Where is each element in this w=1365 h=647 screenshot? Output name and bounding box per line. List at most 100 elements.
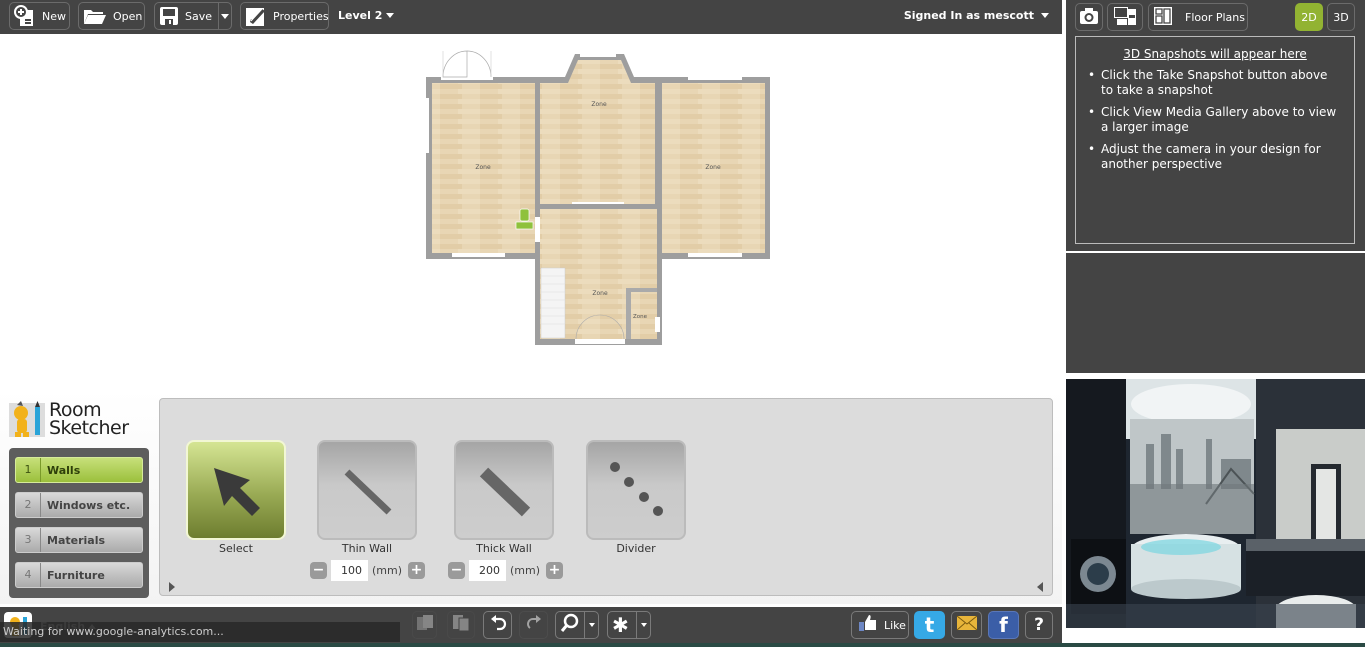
- snapshot-tip: Click View Media Gallery above to view a…: [1088, 105, 1342, 135]
- properties-label: Properties: [273, 9, 329, 23]
- new-label: New: [42, 9, 66, 23]
- facebook-share-button[interactable]: f: [988, 611, 1019, 639]
- save-label: Save: [185, 9, 213, 23]
- copy-button[interactable]: [412, 611, 437, 639]
- workflow-steps: 1 Walls 2 Windows etc. 3 Materials 4 Fur…: [9, 448, 149, 598]
- logo-text: Room Sketcher: [49, 401, 129, 438]
- thick-wall-tool-button[interactable]: [454, 440, 554, 540]
- increase-thickness-button[interactable]: +: [408, 562, 426, 579]
- wall-tools-panel: Select Thin Wall − (mm) + Thick Wall − (…: [159, 398, 1053, 596]
- roomsketcher-app: Zone Zone Zone Zone Zone New Open Save P…: [0, 0, 1365, 647]
- step-number: 1: [16, 458, 41, 482]
- camera-icon: [1079, 7, 1099, 28]
- thick-wall-thickness-stepper: − (mm) +: [448, 560, 564, 581]
- save-button[interactable]: Save: [154, 2, 232, 30]
- zoom-button[interactable]: [555, 611, 599, 639]
- properties-button[interactable]: Properties: [240, 2, 329, 30]
- select-tool-button[interactable]: [186, 440, 286, 540]
- open-button[interactable]: Open: [78, 2, 145, 30]
- right-panel: Floor Plans 2D 3D 3D Snapshots will appe…: [1066, 0, 1365, 647]
- help-button[interactable]: ?: [1025, 611, 1053, 639]
- chevron-down-icon: [588, 623, 595, 627]
- facebook-like-button[interactable]: Like: [851, 611, 909, 639]
- chevron-down-icon[interactable]: [386, 13, 394, 18]
- chevron-down-icon: [640, 623, 647, 627]
- select-tool-label: Select: [219, 542, 253, 555]
- zone-label: Zone: [475, 164, 491, 171]
- floppy-disk-icon: [159, 5, 179, 27]
- step-label: Materials: [47, 533, 106, 547]
- thin-wall-tool-label: Thin Wall: [341, 542, 393, 555]
- floor-plan[interactable]: Zone Zone Zone Zone Zone: [0, 34, 1062, 394]
- gear-icon: ✱: [612, 613, 629, 637]
- help-icon: ?: [1034, 615, 1044, 635]
- media-gallery-icon: [1113, 6, 1137, 29]
- step-walls[interactable]: 1 Walls: [15, 457, 143, 483]
- media-gallery-button[interactable]: [1107, 3, 1143, 31]
- room-top-center[interactable]: Zone: [535, 54, 660, 209]
- snapshots-info-box: 3D Snapshots will appear here Click the …: [1075, 36, 1355, 244]
- open-label: Open: [113, 9, 143, 23]
- paste-button[interactable]: [447, 611, 475, 639]
- expand-panel-arrow-icon[interactable]: [169, 582, 175, 592]
- divider: [1066, 251, 1365, 253]
- roomsketcher-logo[interactable]: Room Sketcher: [9, 399, 129, 441]
- step-materials[interactable]: 3 Materials: [15, 527, 143, 553]
- thick-wall-icon: [479, 467, 531, 517]
- zone-label: Zone: [633, 314, 648, 320]
- undo-button[interactable]: [483, 611, 512, 639]
- like-label: Like: [884, 618, 906, 632]
- thin-wall-tool-button[interactable]: [317, 440, 417, 540]
- bathroom-ad-image[interactable]: [1066, 379, 1365, 628]
- room-right[interactable]: Zone: [656, 77, 770, 259]
- edit-properties-icon: [245, 5, 267, 27]
- unit-label: (mm): [372, 564, 403, 577]
- email-share-button[interactable]: [951, 611, 982, 639]
- divider-tool-label: Divider: [616, 542, 656, 555]
- step-furniture[interactable]: 4 Furniture: [15, 562, 143, 588]
- chevron-down-icon: [221, 13, 229, 19]
- signed-in-menu[interactable]: Signed In as mescott: [904, 9, 1034, 22]
- os-taskbar: [0, 643, 1365, 647]
- snapshots-title[interactable]: 3D Snapshots will appear here: [1088, 47, 1342, 61]
- new-document-icon: [14, 5, 36, 27]
- snapshot-tip: Click the Take Snapshot button above to …: [1088, 68, 1342, 98]
- facebook-icon: f: [999, 613, 1008, 637]
- room-left[interactable]: Zone: [426, 50, 540, 259]
- thick-wall-thickness-input[interactable]: [469, 560, 506, 581]
- floor-plans-button[interactable]: Floor Plans: [1148, 3, 1248, 31]
- twitter-icon: t: [924, 613, 935, 637]
- step-windows[interactable]: 2 Windows etc.: [15, 492, 143, 518]
- thick-wall-tool-label: Thick Wall: [476, 542, 532, 555]
- cursor-arrow-icon: [214, 468, 260, 516]
- paste-icon: [452, 614, 470, 636]
- divider-tool-button[interactable]: [586, 440, 686, 540]
- step-label: Furniture: [47, 568, 105, 582]
- zoom-dropdown-button[interactable]: [584, 612, 598, 638]
- unit-label: (mm): [510, 564, 541, 577]
- level-selector[interactable]: Level 2: [338, 9, 382, 22]
- thin-wall-thickness-input[interactable]: [331, 560, 368, 581]
- decrease-thickness-button[interactable]: −: [310, 562, 327, 579]
- logo-mascot-icon: [9, 401, 45, 437]
- new-button[interactable]: New: [9, 2, 70, 30]
- step-number: 4: [16, 563, 41, 587]
- twitter-share-button[interactable]: t: [914, 611, 945, 639]
- step-label: Walls: [47, 463, 81, 477]
- chevron-down-icon[interactable]: [1041, 13, 1049, 18]
- redo-button[interactable]: [519, 611, 548, 639]
- save-dropdown-button[interactable]: [218, 3, 231, 29]
- zone-label: Zone: [591, 101, 607, 108]
- settings-dropdown-button[interactable]: [636, 612, 650, 638]
- increase-thickness-button[interactable]: +: [546, 562, 564, 579]
- decrease-thickness-button[interactable]: −: [448, 562, 465, 579]
- room-bottom-hall[interactable]: Zone Zone: [535, 204, 662, 345]
- view-3d-button[interactable]: 3D: [1327, 3, 1355, 31]
- folder-open-icon: [83, 5, 107, 27]
- view-2d-button[interactable]: 2D: [1295, 3, 1323, 31]
- thumbs-up-icon: [858, 614, 878, 636]
- collapse-panel-arrow-icon[interactable]: [1037, 582, 1043, 592]
- take-snapshot-button[interactable]: [1075, 3, 1103, 31]
- settings-button[interactable]: ✱: [607, 611, 651, 639]
- step-number: 3: [16, 528, 41, 552]
